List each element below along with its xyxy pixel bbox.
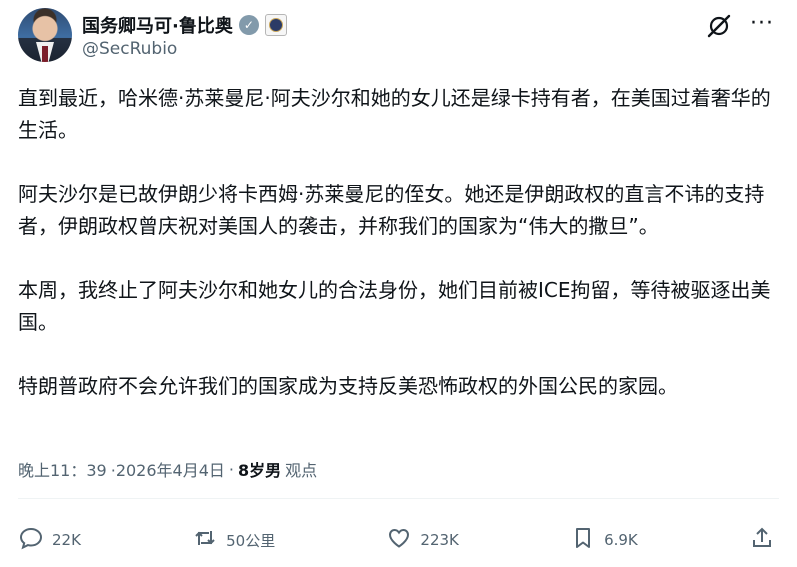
reply-button[interactable]: 22K [18,525,81,555]
tweet-date[interactable]: ·2026年4月4日 [111,457,225,481]
avatar-tie [42,46,48,62]
tweet-paragraph: 阿夫沙尔是已故伊朗少将卡西姆·苏莱曼尼的侄女。她还是伊朗政权的直言不讳的支持者，… [18,182,765,238]
action-bar: 22K 50公里 223K 6.9K [18,522,775,558]
views-count: 8岁男 [238,461,282,480]
name-row: 国务卿马可·鲁比奥 ✓ [82,12,287,38]
avatar[interactable] [18,8,72,62]
tweet-body: 直到最近，哈米德·苏莱曼尼·阿夫沙尔和她的女儿还是绿卡持有者，在美国过着奢华的生… [18,82,780,434]
tweet-time[interactable]: 晚上11：39 [18,457,107,481]
heart-icon [386,525,412,555]
like-count: 223K [420,531,459,549]
more-icon[interactable]: ··· [747,12,777,40]
tweet-meta: 晚上11：39 ·2026年4月4日 · 8岁男 观点 [18,457,317,481]
share-icon [749,525,775,555]
bookmark-count: 6.9K [604,531,638,549]
author-display-name[interactable]: 国务卿马可·鲁比奥 [82,12,233,38]
tweet-paragraph: 特朗普政府不会允许我们的国家成为支持反美恐怖政权的外国公民的家园。 [18,374,678,398]
views-label: 观点 [285,461,318,480]
meta-separator: · [228,459,234,479]
tweet-paragraph: 直到最近，哈米德·苏莱曼尼·阿夫沙尔和她的女儿还是绿卡持有者，在美国过着奢华的生… [18,86,771,142]
grok-icon[interactable] [705,12,733,40]
reply-count: 22K [52,531,81,549]
tweet-header: 国务卿马可·鲁比奥 ✓ @SecRubio ··· [18,8,777,64]
government-seal-icon[interactable] [264,14,287,36]
verified-badge-icon[interactable]: ✓ [238,15,259,35]
bookmark-icon [570,525,596,555]
bookmark-button[interactable]: 6.9K [570,525,638,555]
repost-icon [192,525,218,555]
tweet-paragraph: 本周，我终止了阿夫沙尔和她女儿的合法身份，她们目前被ICE拘留，等待被驱逐出美国… [18,278,771,334]
reply-icon [18,525,44,555]
author-handle[interactable]: @SecRubio [82,39,177,59]
repost-button[interactable]: 50公里 [192,525,275,555]
divider [18,498,779,499]
repost-count: 50公里 [226,531,276,550]
share-button[interactable] [749,525,775,555]
like-button[interactable]: 223K [386,525,459,555]
